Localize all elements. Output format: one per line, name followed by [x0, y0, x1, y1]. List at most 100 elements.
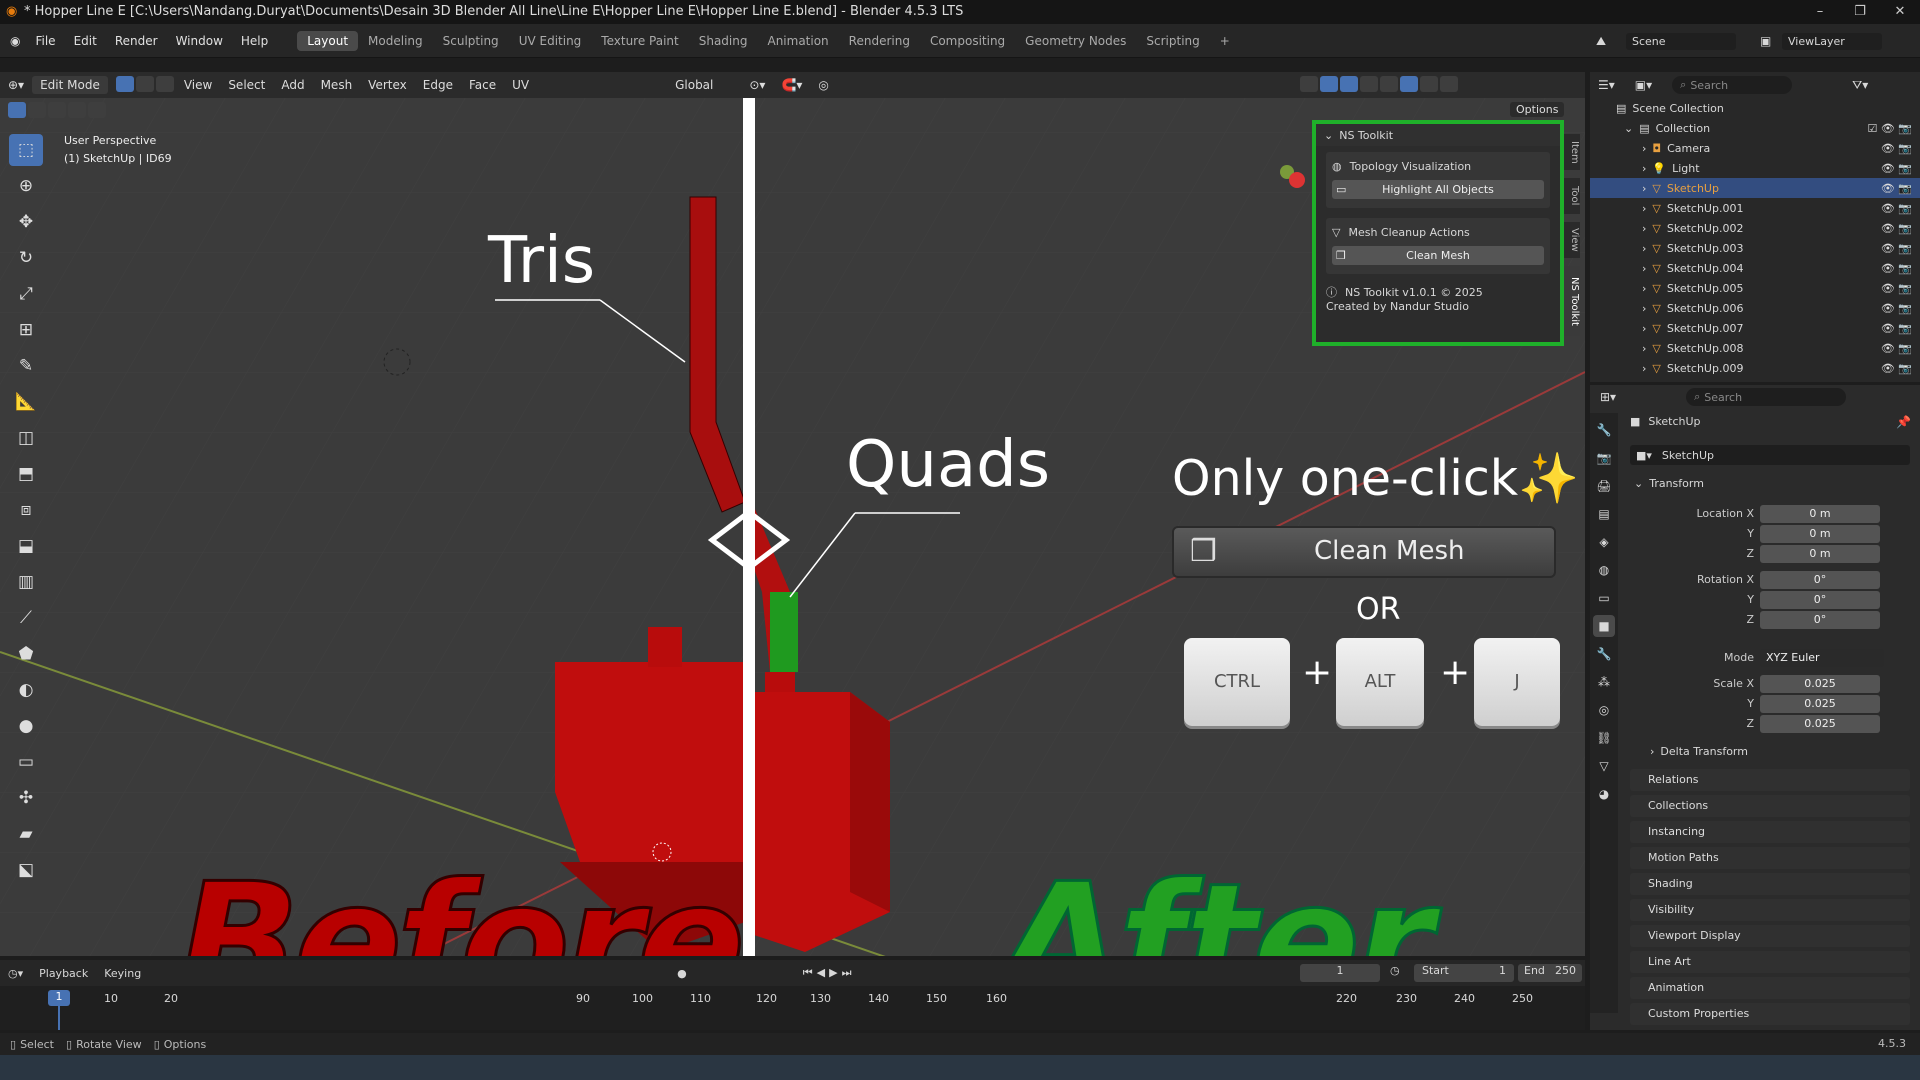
outliner-item-sketchup-001[interactable]: › ▽ SketchUp.001 👁 📷: [1590, 198, 1920, 218]
snap-icon[interactable]: 🧲▾: [773, 78, 810, 92]
visibility-toggles[interactable]: 👁 📷: [1881, 142, 1912, 155]
scale-tool-icon[interactable]: ⤢: [9, 278, 43, 310]
outliner-item-sketchup-006[interactable]: › ▽ SketchUp.006 👁 📷: [1590, 298, 1920, 318]
tab-modeling[interactable]: Modeling: [358, 31, 433, 51]
playback-controls-icon[interactable]: ⏮◀▶⏭: [803, 966, 856, 980]
visibility-toggles[interactable]: 👁 📷: [1881, 262, 1912, 275]
panel-visibility[interactable]: Visibility: [1630, 899, 1910, 921]
playhead-frame[interactable]: 1: [48, 990, 70, 1006]
shrink-fatten-tool-icon[interactable]: ✣: [9, 782, 43, 814]
auto-key-icon[interactable]: ●: [677, 967, 687, 980]
outliner-item-sketchup-003[interactable]: › ▽ SketchUp.003 👁 📷: [1590, 238, 1920, 258]
expand-chevron-icon[interactable]: ⌄: [1624, 122, 1633, 135]
object-name-field[interactable]: SketchUp: [1662, 449, 1714, 462]
material-tab-icon[interactable]: ◕: [1593, 783, 1615, 805]
view-layer-tab-icon[interactable]: ▤: [1593, 503, 1615, 525]
gizmo-icon[interactable]: [1320, 76, 1338, 92]
header-menu-select[interactable]: Select: [220, 78, 273, 92]
scale-z-field[interactable]: 0.025: [1760, 715, 1880, 733]
playback-dropdown[interactable]: Playback: [39, 967, 88, 980]
highlight-all-objects-button[interactable]: ▭ Highlight All Objects: [1332, 180, 1544, 199]
world-tab-icon[interactable]: ◍: [1593, 559, 1615, 581]
properties-editor-icon[interactable]: ⊞▾: [1600, 390, 1616, 404]
wireframe-shading-icon[interactable]: [1380, 76, 1398, 92]
panel-custom-properties[interactable]: Custom Properties: [1630, 1003, 1910, 1025]
filter-icon[interactable]: ⛛▾: [1852, 78, 1868, 93]
clean-mesh-button[interactable]: ❒ Clean Mesh: [1332, 246, 1544, 265]
visibility-icon[interactable]: [1300, 76, 1318, 92]
render-shading-icon[interactable]: [1440, 76, 1458, 92]
sidebar-tab-tool[interactable]: Tool: [1564, 178, 1580, 214]
outliner-item-sketchup[interactable]: › ▽ SketchUp 👁 📷: [1590, 178, 1920, 198]
menu-edit[interactable]: Edit: [65, 34, 106, 48]
menu-file[interactable]: File: [26, 34, 64, 48]
select-intersect-icon[interactable]: [88, 102, 106, 118]
tab-rendering[interactable]: Rendering: [839, 31, 920, 51]
output-tab-icon[interactable]: 🖨: [1593, 475, 1615, 497]
menu-render[interactable]: Render: [106, 34, 167, 48]
visibility-toggles[interactable]: 👁 📷: [1881, 242, 1912, 255]
knife-tool-icon[interactable]: ⟋: [9, 602, 43, 634]
tab-compositing[interactable]: Compositing: [920, 31, 1015, 51]
visibility-toggles[interactable]: 👁 📷: [1881, 302, 1912, 315]
header-menu-uv[interactable]: UV: [504, 78, 537, 92]
tab-sculpting[interactable]: Sculpting: [433, 31, 509, 51]
tool-tab-icon[interactable]: 🔧: [1593, 419, 1615, 441]
panel-relations[interactable]: Relations: [1630, 769, 1910, 791]
menu-window[interactable]: Window: [167, 34, 232, 48]
header-menu-view[interactable]: View: [176, 78, 220, 92]
tab-geometry-nodes[interactable]: Geometry Nodes: [1015, 31, 1136, 51]
annotate-tool-icon[interactable]: ✎: [9, 350, 43, 382]
panel-collections[interactable]: Collections: [1630, 795, 1910, 817]
add-cube-tool-icon[interactable]: ◫: [9, 422, 43, 454]
collection-row[interactable]: ⌄ ▤ Collection ☑ 👁 📷: [1590, 118, 1920, 138]
object-type-icon[interactable]: ■▾: [1636, 449, 1652, 462]
physics-tab-icon[interactable]: ◎: [1593, 699, 1615, 721]
collection-toggles[interactable]: ☑ 👁 📷: [1867, 122, 1912, 135]
rotation-z-field[interactable]: 0°: [1760, 611, 1880, 629]
header-menu-mesh[interactable]: Mesh: [313, 78, 361, 92]
visibility-toggles[interactable]: 👁 📷: [1881, 162, 1912, 175]
inset-tool-icon[interactable]: ⧈: [9, 494, 43, 526]
tab-layout[interactable]: Layout: [297, 30, 359, 51]
visibility-toggles[interactable]: 👁 📷: [1881, 322, 1912, 335]
maximize-button[interactable]: ❐: [1840, 0, 1880, 24]
header-menu-add[interactable]: Add: [273, 78, 312, 92]
material-shading-icon[interactable]: [1420, 76, 1438, 92]
outliner-item-sketchup-002[interactable]: › ▽ SketchUp.002 👁 📷: [1590, 218, 1920, 238]
current-frame-field[interactable]: 1: [1300, 964, 1380, 982]
sidebar-tab-item[interactable]: Item: [1564, 134, 1580, 170]
outliner-item-sketchup-008[interactable]: › ▽ SketchUp.008 👁 📷: [1590, 338, 1920, 358]
location-y-field[interactable]: 0 m: [1760, 525, 1880, 543]
proportional-icon[interactable]: ◎: [810, 78, 836, 92]
edge-slide-tool-icon[interactable]: ▭: [9, 746, 43, 778]
visibility-toggles[interactable]: 👁 📷: [1881, 362, 1912, 375]
select-invert-icon[interactable]: [68, 102, 86, 118]
move-tool-icon[interactable]: ✥: [9, 206, 43, 238]
visibility-toggles[interactable]: 👁 📷: [1881, 282, 1912, 295]
render-tab-icon[interactable]: 📷: [1593, 447, 1615, 469]
options-dropdown[interactable]: Options: [1510, 102, 1565, 117]
panel-viewport-display[interactable]: Viewport Display: [1630, 925, 1910, 947]
loop-cut-tool-icon[interactable]: ▥: [9, 566, 43, 598]
sidebar-tab-ns-toolkit[interactable]: NS Toolkit: [1564, 266, 1580, 336]
particles-tab-icon[interactable]: ⁂: [1593, 671, 1615, 693]
vertex-select-icon[interactable]: [115, 75, 134, 92]
smooth-tool-icon[interactable]: ●: [9, 710, 43, 742]
outliner-item-sketchup-005[interactable]: › ▽ SketchUp.005 👁 📷: [1590, 278, 1920, 298]
keying-dropdown[interactable]: Keying: [104, 967, 141, 980]
panel-motion-paths[interactable]: Motion Paths: [1630, 847, 1910, 869]
rotate-tool-icon[interactable]: ↻: [9, 242, 43, 274]
constraints-tab-icon[interactable]: ⛓: [1593, 727, 1615, 749]
xray-icon[interactable]: [1360, 76, 1378, 92]
outliner-search-input[interactable]: Search: [1690, 79, 1728, 92]
start-frame-field[interactable]: Start 1: [1414, 964, 1514, 982]
select-box-tool-icon[interactable]: ⬚: [9, 134, 43, 166]
add-workspace-button[interactable]: +: [1210, 31, 1240, 51]
tab-shading[interactable]: Shading: [689, 31, 758, 51]
data-tab-icon[interactable]: ▽: [1593, 755, 1615, 777]
rotation-mode-dropdown[interactable]: XYZ Euler: [1760, 649, 1884, 667]
tab-scripting[interactable]: Scripting: [1136, 31, 1209, 51]
face-select-icon[interactable]: [155, 75, 174, 92]
orientation-selector[interactable]: Global: [667, 78, 721, 92]
